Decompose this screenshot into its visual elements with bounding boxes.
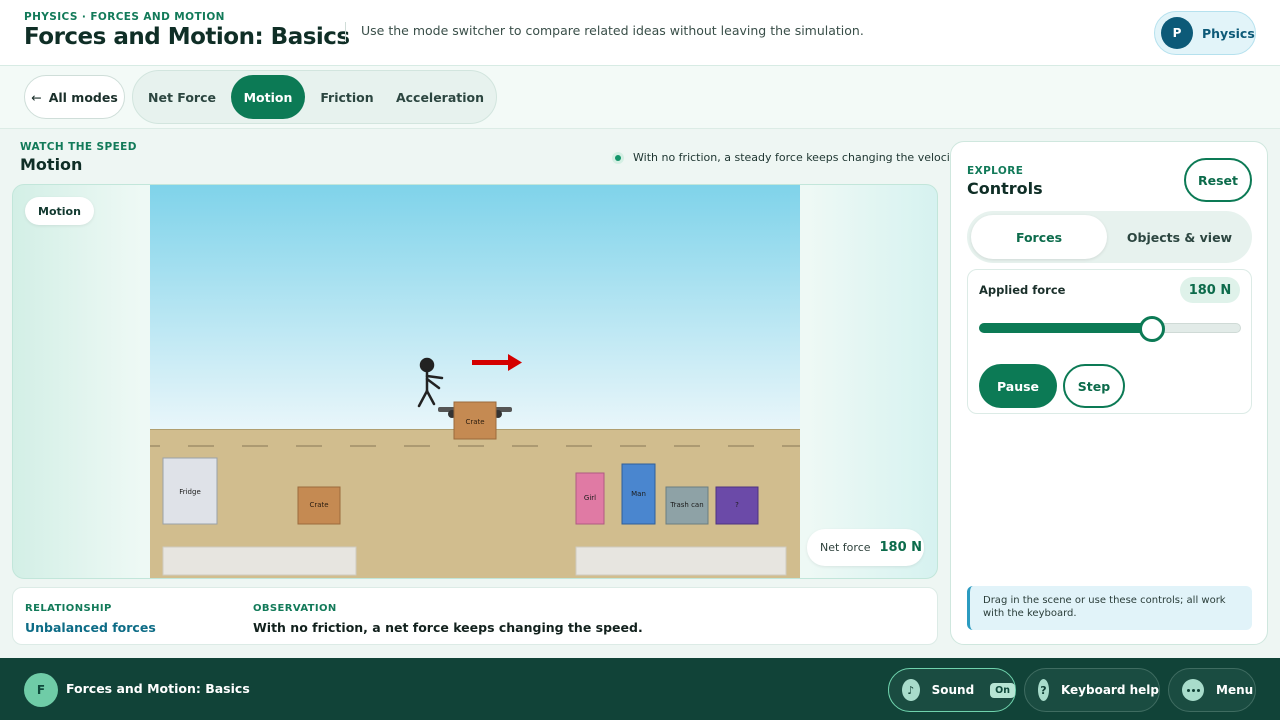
fridge-label: Fridge <box>179 488 201 496</box>
tab-net-force[interactable]: Net Force <box>139 75 225 119</box>
active-crate-label: Crate <box>465 418 484 426</box>
subject-avatar: P <box>1161 17 1193 49</box>
applied-force-control: Applied force 180 N Pause Step <box>967 269 1252 414</box>
applied-force-slider[interactable] <box>979 316 1241 342</box>
sky <box>150 185 800 430</box>
right-drop-zone[interactable] <box>575 546 787 576</box>
more-dots-icon <box>1182 679 1204 701</box>
reset-button[interactable]: Reset <box>1184 158 1252 202</box>
crate-label: Crate <box>309 501 328 509</box>
mode-bar: ← All modes Net Force Motion Friction Ac… <box>0 66 1280 129</box>
observation-heading: OBSERVATION <box>253 603 337 614</box>
relationship-heading: RELATIONSHIP <box>25 603 112 614</box>
menu-button[interactable]: Menu <box>1168 668 1256 712</box>
observation-card: RELATIONSHIP Unbalanced forces OBSERVATI… <box>12 587 938 645</box>
scene-title: Motion <box>20 155 83 174</box>
footer-avatar: F <box>24 673 58 707</box>
tab-friction[interactable]: Friction <box>311 75 383 119</box>
net-force-readout: Net force 180 N <box>807 529 924 566</box>
all-modes-label: All modes <box>48 89 118 105</box>
subject-label: Physics <box>1202 25 1255 41</box>
keyboard-hint: Drag in the scene or use these controls;… <box>967 586 1252 630</box>
status-dot-icon <box>612 151 624 164</box>
mystery-label: ? <box>735 501 739 509</box>
tab-objects-view[interactable]: Objects & view <box>1111 215 1248 259</box>
controls-title: Controls <box>967 179 1043 198</box>
net-force-label: Net force <box>820 541 871 554</box>
keyboard-help-label: Keyboard help <box>1060 683 1159 697</box>
tab-forces[interactable]: Forces <box>971 215 1107 259</box>
scene-note-text: With no friction, a steady force keeps c… <box>633 151 963 164</box>
mode-switcher: Net Force Motion Friction Acceleration <box>132 70 497 124</box>
slider-fill <box>979 323 1152 333</box>
sound-label: Sound <box>931 683 975 697</box>
net-force-value: 180 N <box>879 540 923 555</box>
step-button[interactable]: Step <box>1063 364 1125 408</box>
all-modes-button[interactable]: ← All modes <box>24 75 125 119</box>
help-icon: ? <box>1038 679 1049 701</box>
sound-state-badge: On <box>990 682 1015 698</box>
simulation-canvas[interactable]: Crate Fridge Crate Girl Man Trash can ? <box>150 185 800 578</box>
man-label: Man <box>631 490 646 498</box>
page-title: Forces and Motion: Basics <box>24 24 350 50</box>
controls-panel: EXPLORE Controls Reset Forces Objects & … <box>950 141 1268 645</box>
app-header: PHYSICS · FORCES AND MOTION Forces and M… <box>0 0 1280 66</box>
header-subtitle: Use the mode switcher to compare related… <box>361 23 864 38</box>
menu-label: Menu <box>1216 683 1254 697</box>
mode-badge: Motion <box>25 197 94 225</box>
observation-value: With no friction, a net force keeps chan… <box>253 620 643 635</box>
music-note-icon: ♪ <box>902 679 920 701</box>
left-drop-zone[interactable] <box>162 546 357 576</box>
girl-label: Girl <box>584 494 596 502</box>
applied-force-label: Applied force <box>979 283 1066 297</box>
subject-button[interactable]: P Physics <box>1154 11 1256 55</box>
sound-toggle[interactable]: ♪ Sound On <box>888 668 1016 712</box>
pause-button[interactable]: Pause <box>979 364 1057 408</box>
footer-title: Forces and Motion: Basics <box>66 681 250 696</box>
scene-eyebrow: WATCH THE SPEED <box>20 141 137 153</box>
scene-note: With no friction, a steady force keeps c… <box>612 151 963 164</box>
controls-eyebrow: EXPLORE <box>967 165 1024 177</box>
controls-tab-switcher: Forces Objects & view <box>967 211 1252 263</box>
trash-can-label: Trash can <box>669 501 703 509</box>
tab-acceleration[interactable]: Acceleration <box>389 75 491 119</box>
keyboard-help-button[interactable]: ? Keyboard help <box>1024 668 1160 712</box>
header-eyebrow: PHYSICS · FORCES AND MOTION <box>24 11 225 23</box>
relationship-value: Unbalanced forces <box>25 620 156 635</box>
tab-motion[interactable]: Motion <box>231 75 305 119</box>
applied-force-value: 180 N <box>1180 277 1240 303</box>
back-arrow-icon: ← <box>31 89 42 105</box>
app-footer: F Forces and Motion: Basics ♪ Sound On ?… <box>0 658 1280 720</box>
slider-thumb[interactable] <box>1138 316 1165 342</box>
header-divider <box>345 22 346 42</box>
